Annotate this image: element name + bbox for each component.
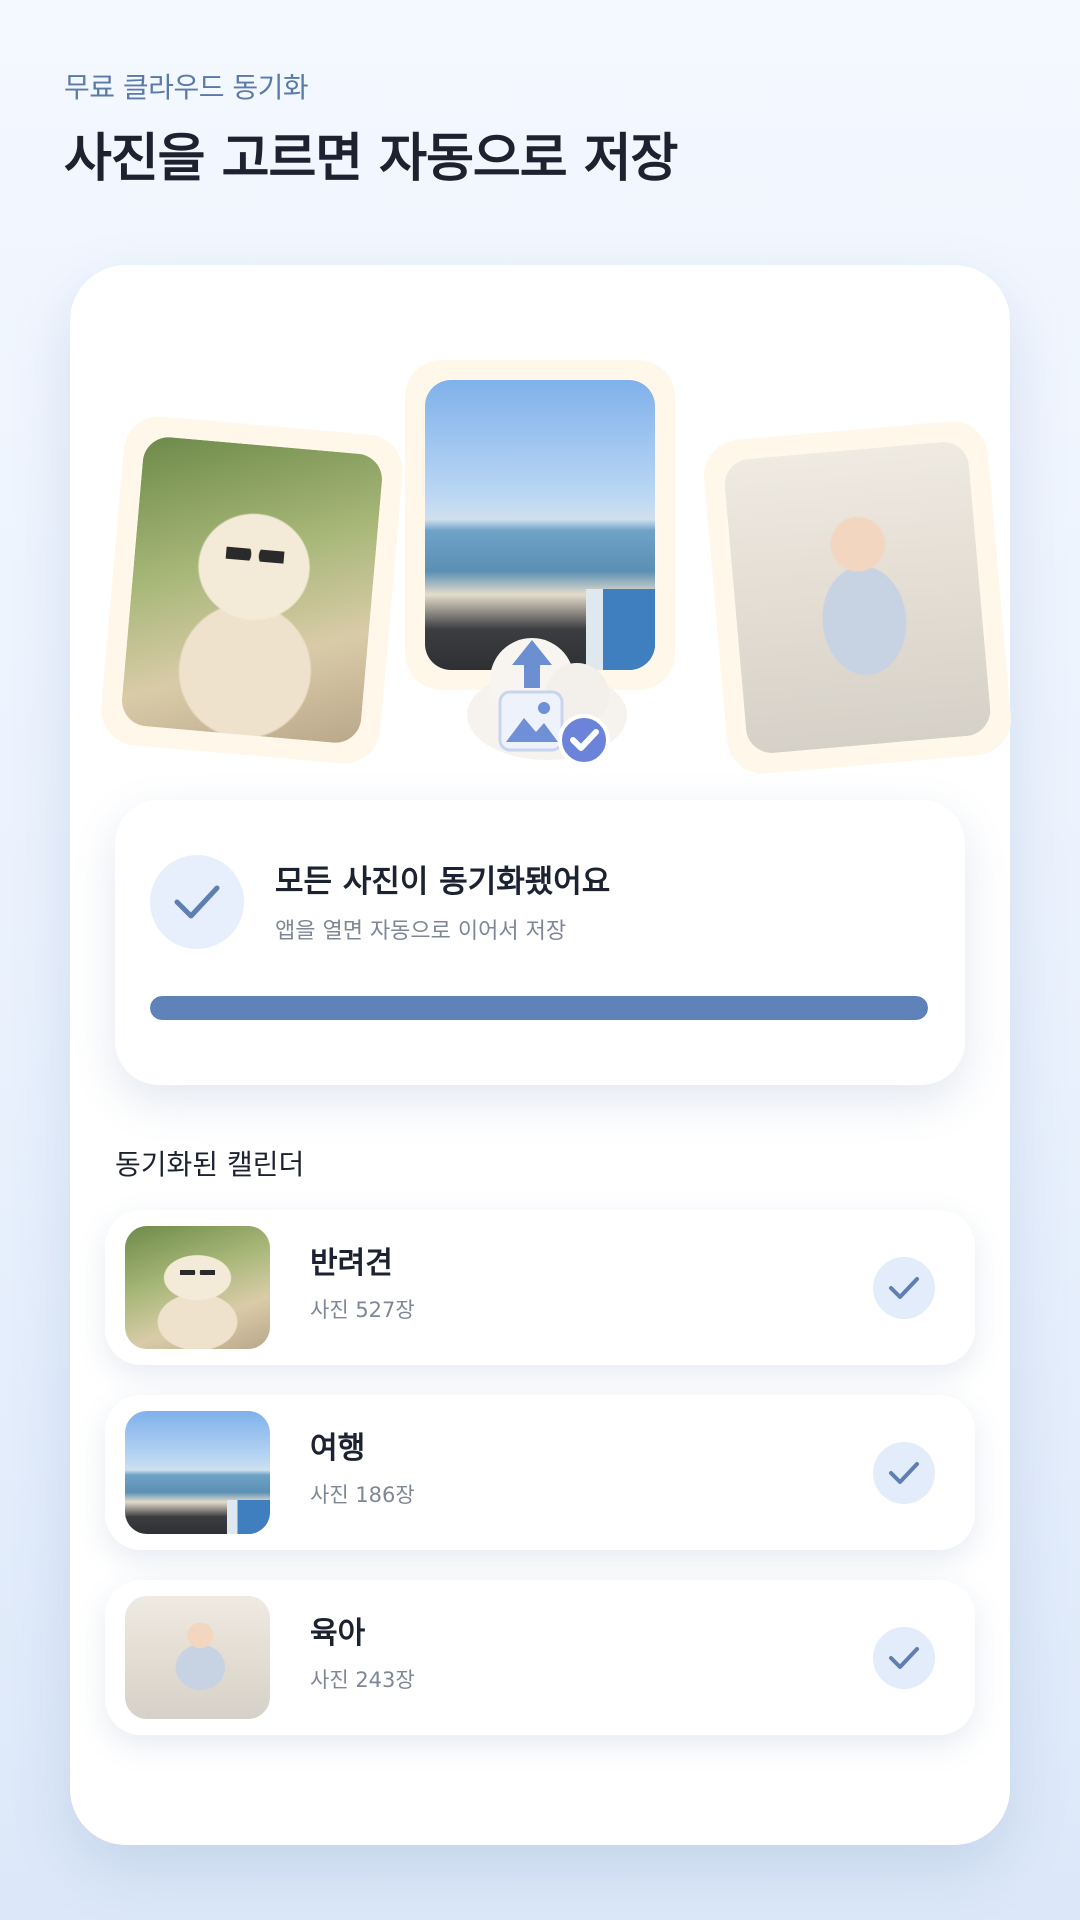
- calendar-item-count: 사진 243장: [310, 1668, 415, 1692]
- calendar-item-travel[interactable]: 여행 사진 186장: [105, 1395, 975, 1550]
- calendar-item-title: 반려견: [310, 1246, 393, 1281]
- dog-thumbnail: [125, 1226, 270, 1349]
- status-check-icon: [150, 855, 244, 949]
- baby-photo: [722, 439, 993, 756]
- calendar-item-count: 사진 186장: [310, 1483, 415, 1507]
- check-icon: [873, 1257, 935, 1319]
- hero-photo-dog: [98, 413, 406, 767]
- page-title: 사진을 고르면 자동으로 저장: [64, 129, 678, 189]
- cloud-upload-check-icon: [467, 638, 627, 766]
- section-label: 동기화된 캘린더: [115, 1148, 305, 1181]
- dog-photo: [119, 435, 385, 745]
- main-card: 모든 사진이 동기화됐어요 앱을 열면 자동으로 이어서 저장 동기화된 캘린더…: [70, 265, 1015, 1845]
- seaside-thumbnail: [125, 1411, 270, 1534]
- status-title: 모든 사진이 동기화됐어요: [275, 864, 611, 900]
- calendar-item-pet[interactable]: 반려견 사진 527장: [105, 1210, 975, 1365]
- hero-photo-baby: [700, 418, 1015, 777]
- calendar-item-title: 육아: [310, 1616, 366, 1651]
- sync-progress-bar: [150, 996, 928, 1020]
- sync-progress-fill: [150, 996, 928, 1020]
- check-icon: [873, 1442, 935, 1504]
- eyebrow-text: 무료 클라우드 동기화: [64, 71, 309, 104]
- check-icon: [873, 1627, 935, 1689]
- calendar-item-count: 사진 527장: [310, 1298, 415, 1322]
- calendar-list: 반려견 사진 527장 여행 사진 186장 육아 사진 243장: [105, 1210, 975, 1765]
- status-subtitle: 앱을 열면 자동으로 이어서 저장: [275, 919, 567, 944]
- calendar-item-parenting[interactable]: 육아 사진 243장: [105, 1580, 975, 1735]
- sync-status-card: 모든 사진이 동기화됐어요 앱을 열면 자동으로 이어서 저장: [115, 800, 965, 1085]
- baby-thumbnail: [125, 1596, 270, 1719]
- calendar-item-title: 여행: [310, 1431, 366, 1466]
- app-screen: 무료 클라우드 동기화 사진을 고르면 자동으로 저장 모든 사진이 동기화됐어…: [0, 0, 1080, 1920]
